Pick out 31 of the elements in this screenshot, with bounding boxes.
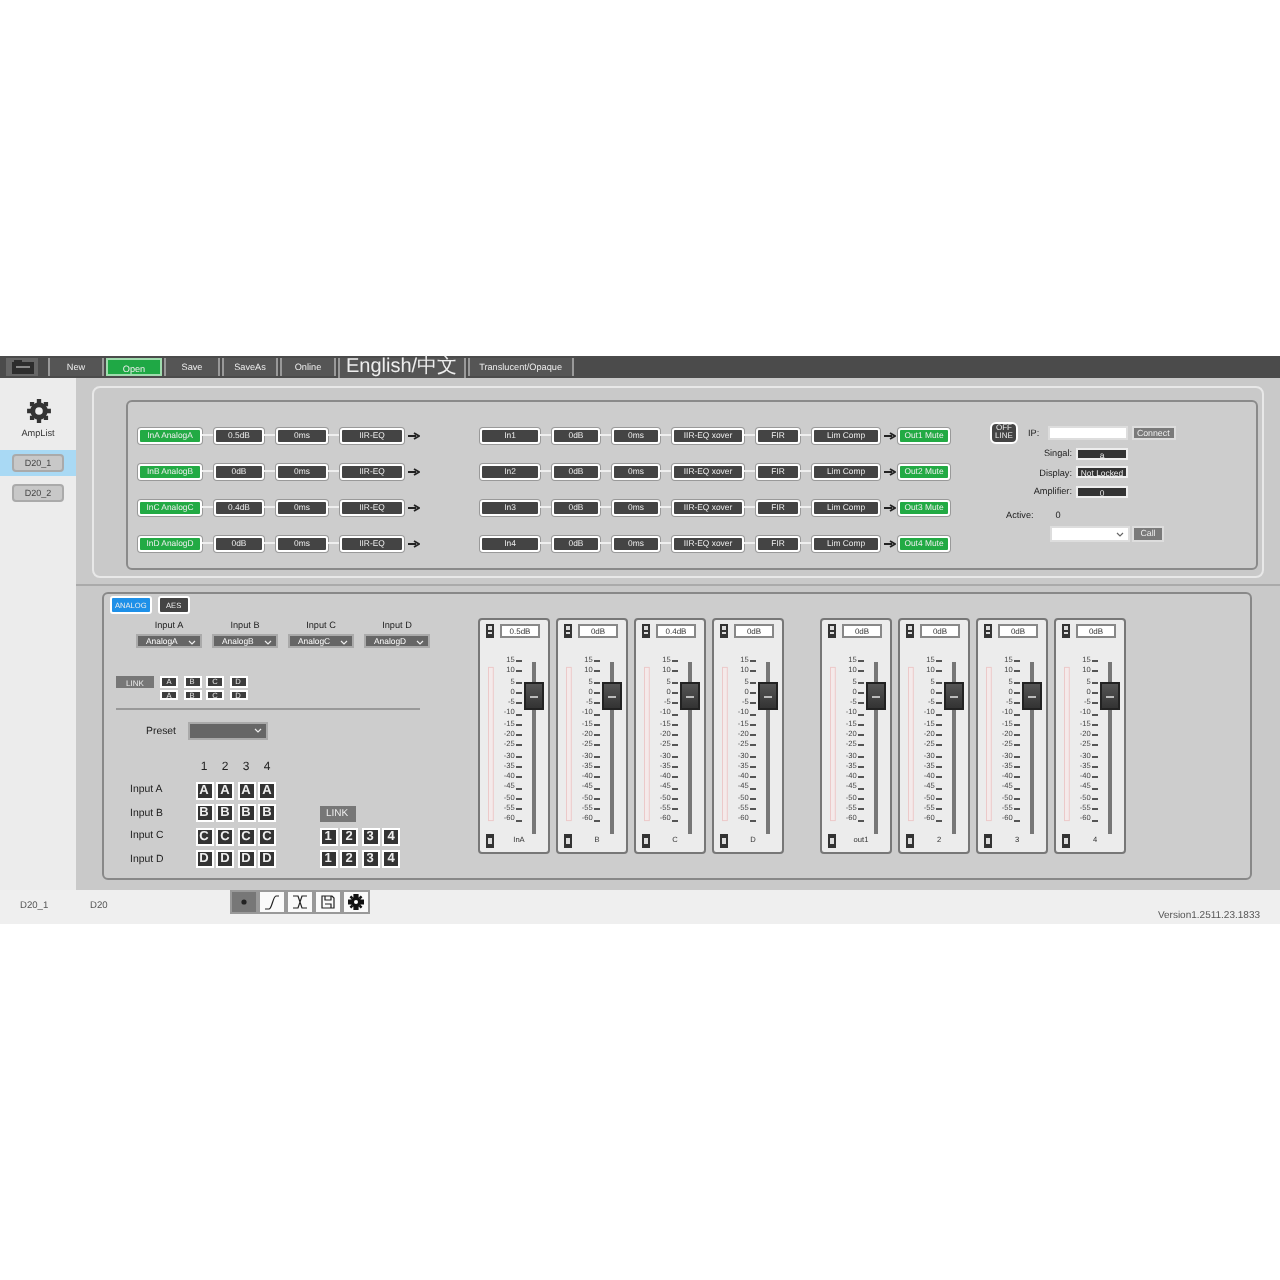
settings-icon[interactable] [342, 890, 370, 914]
fader-thumb[interactable] [1022, 681, 1043, 710]
fader-thumb[interactable] [758, 681, 779, 710]
arrow-icon [408, 467, 420, 475]
caret-icon [264, 640, 272, 646]
arrow-icon [408, 431, 420, 439]
gear-icon [25, 398, 51, 424]
fader-thumb[interactable] [1100, 681, 1121, 710]
caret-icon [340, 640, 348, 646]
caret-icon [254, 728, 262, 734]
fader-thumb[interactable] [866, 681, 887, 710]
arrow-icon [884, 431, 896, 439]
arrow-icon [408, 539, 420, 547]
arrow-icon [884, 539, 896, 547]
crossover-icon[interactable] [286, 890, 314, 914]
save-icon[interactable] [314, 890, 342, 914]
preset-dropdown[interactable] [188, 722, 268, 740]
app-icon[interactable] [6, 358, 38, 376]
curve-icon[interactable] [258, 890, 286, 914]
fader-thumb[interactable] [602, 681, 623, 710]
caret-icon [188, 640, 196, 646]
ip-field[interactable] [1047, 425, 1128, 439]
arrow-icon [884, 503, 896, 511]
arrow-icon [884, 467, 896, 475]
fader-thumb[interactable] [680, 681, 701, 710]
arrow-icon [408, 503, 420, 511]
menu-button[interactable]: English/中文 [338, 357, 466, 377]
fader-thumb[interactable] [944, 681, 965, 710]
fader-thumb[interactable] [524, 681, 545, 710]
caret-icon [416, 640, 424, 646]
caret-icon [1116, 531, 1124, 537]
